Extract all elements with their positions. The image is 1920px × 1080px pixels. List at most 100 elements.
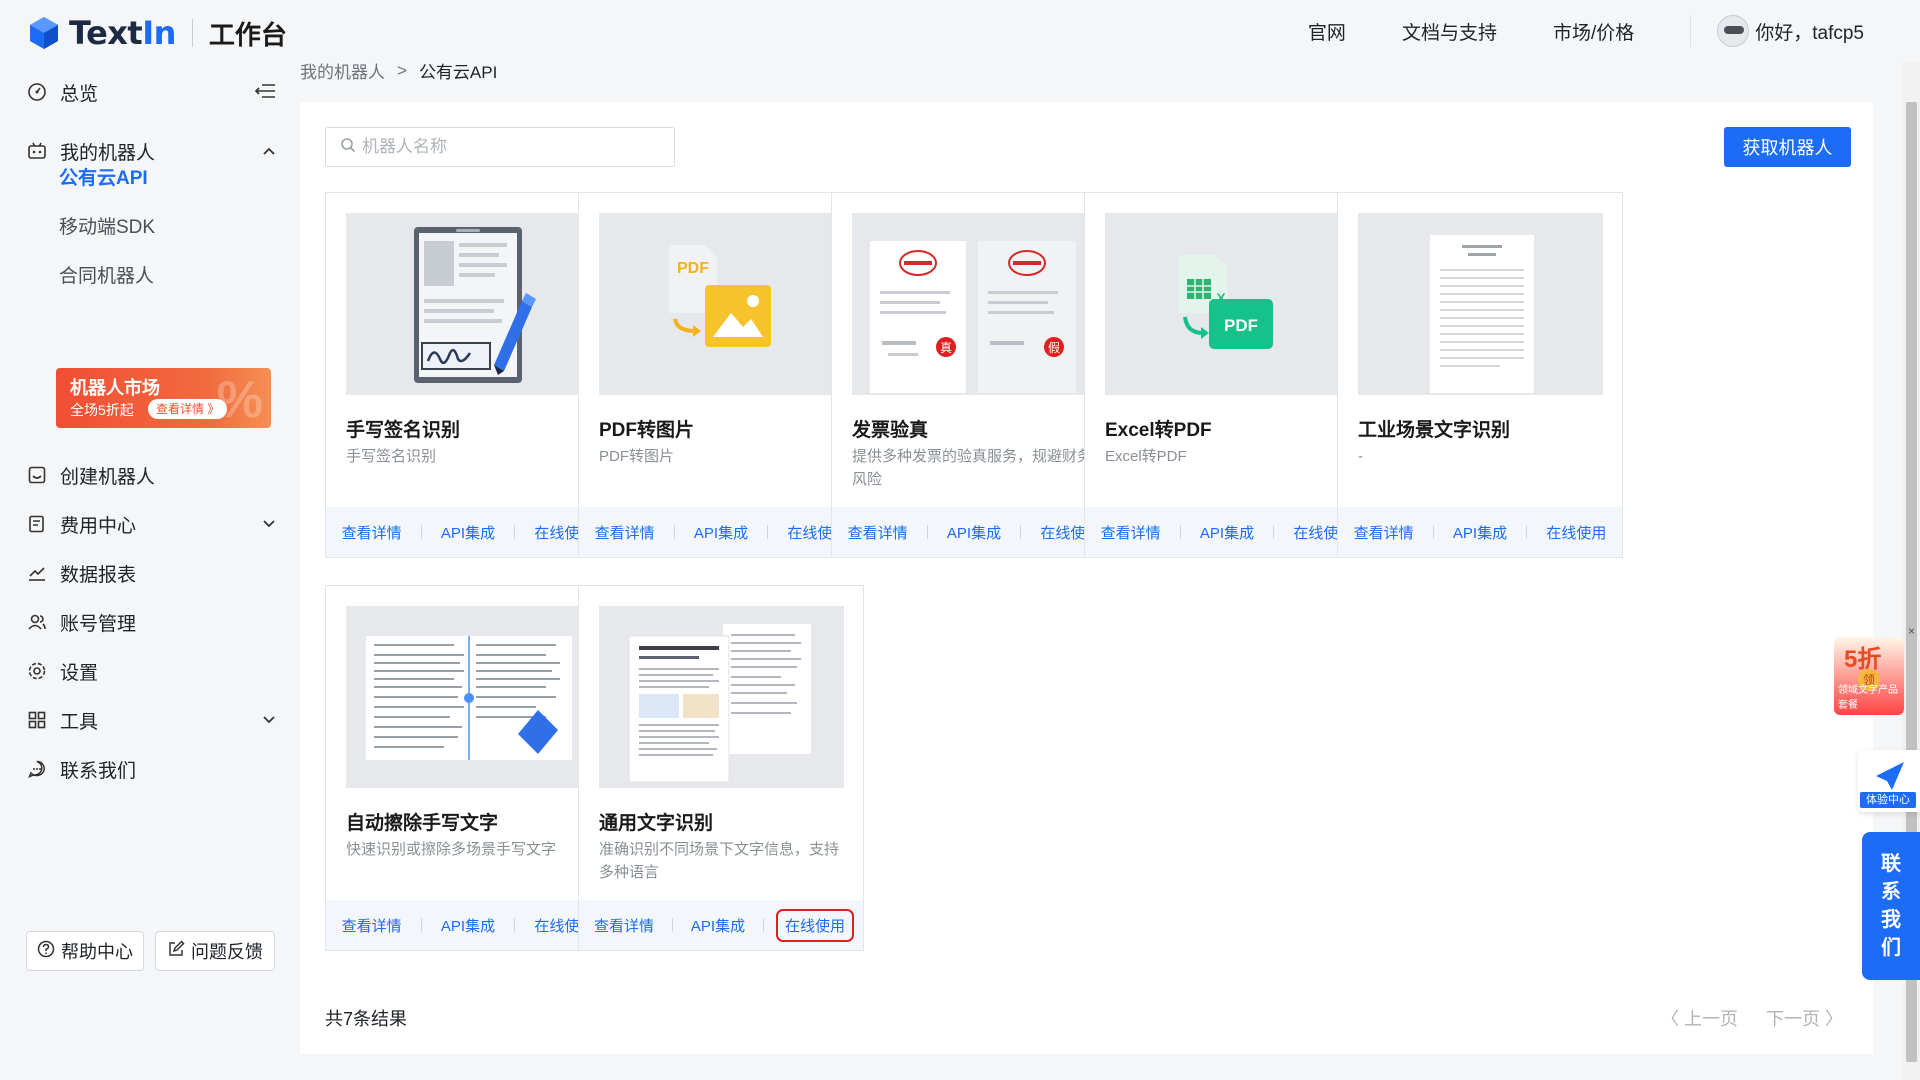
robot-card-pdf-to-image: PDF PDF转图片 PDF转图片 查看详情 API集成 在线使用	[578, 192, 864, 558]
sidebar-subitem-mobile-sdk[interactable]: 移动端SDK	[59, 212, 155, 239]
discount-caption: 领域文字产品套餐	[1838, 685, 1898, 711]
brand-subtitle: 工作台	[208, 19, 287, 50]
divider	[671, 918, 673, 932]
pdf-output-label: PDF	[1224, 316, 1258, 335]
help-center-button[interactable]: 帮助中心	[26, 931, 144, 971]
get-robot-button[interactable]: 获取机器人	[1724, 127, 1851, 167]
card-thumbnail	[346, 606, 591, 788]
sidebar-item-settings[interactable]: 设置	[26, 651, 276, 691]
api-integration-link[interactable]: API集成	[441, 522, 495, 543]
user-menu[interactable]: 你好，tafcp5	[1690, 15, 1864, 47]
create-robot-icon	[26, 464, 48, 486]
card-description: 提供多种发票的验真服务，规避财务风险	[852, 448, 1093, 488]
api-integration-link[interactable]: API集成	[691, 915, 745, 936]
promo-details-pill[interactable]: 查看详情 》	[148, 399, 228, 419]
chevron-down-icon	[262, 516, 276, 532]
sidebar-item-label: 联系我们	[60, 760, 137, 782]
contact-char: 我	[1881, 909, 1901, 931]
robot-market-promo-banner[interactable]: % 机器人市场 全场5折起 查看详情 》	[56, 368, 271, 428]
chevron-down-icon	[262, 712, 276, 728]
gear-icon	[26, 660, 48, 682]
logo-divider	[191, 19, 193, 47]
api-integration-link[interactable]: API集成	[441, 915, 495, 936]
contact-char: 联	[1881, 853, 1901, 875]
search-box[interactable]	[325, 127, 675, 167]
view-details-link[interactable]: 查看详情	[848, 522, 908, 543]
api-integration-link[interactable]: API集成	[1453, 522, 1507, 543]
logo[interactable]: TextIn 工作台	[27, 14, 287, 52]
help-icon	[37, 940, 55, 963]
feedback-label: 问题反馈	[191, 942, 263, 962]
card-description: 快速识别或擦除多场景手写文字	[346, 841, 557, 858]
next-page-button[interactable]: 下一页 〉	[1766, 1005, 1843, 1031]
api-integration-link[interactable]: API集成	[947, 522, 1001, 543]
api-integration-link[interactable]: API集成	[1200, 522, 1254, 543]
sidebar-item-label: 工具	[60, 711, 99, 733]
breadcrumb-parent[interactable]: 我的机器人	[300, 58, 385, 83]
percent-mark: %	[216, 371, 263, 428]
close-icon[interactable]: ×	[1908, 624, 1915, 638]
nav-docs-support[interactable]: 文档与支持	[1402, 18, 1497, 45]
sidebar-item-billing[interactable]: 费用中心	[26, 504, 276, 544]
billing-icon	[26, 513, 48, 535]
divider	[926, 525, 928, 539]
collapse-sidebar-icon[interactable]	[254, 83, 276, 102]
view-details-link[interactable]: 查看详情	[342, 915, 402, 936]
search-icon	[340, 137, 356, 158]
nav-official-site[interactable]: 官网	[1308, 18, 1346, 45]
chevron-up-icon	[262, 143, 276, 159]
experience-center-widget[interactable]: 体验中心	[1858, 750, 1920, 812]
use-online-link[interactable]: 在线使用	[775, 908, 855, 942]
view-details-link[interactable]: 查看详情	[1354, 522, 1414, 543]
feedback-button[interactable]: 问题反馈	[155, 931, 275, 971]
divider	[420, 525, 422, 539]
divider	[767, 525, 769, 539]
user-greeting: 你好，tafcp5	[1755, 22, 1864, 44]
breadcrumb: 我的机器人 > 公有云API	[300, 58, 497, 83]
nav-market-pricing[interactable]: 市场/价格	[1553, 18, 1634, 45]
robot-icon	[26, 140, 48, 162]
view-details-link[interactable]: 查看详情	[594, 915, 654, 936]
view-details-link[interactable]: 查看详情	[1101, 522, 1161, 543]
sidebar-item-overview[interactable]: 总览	[26, 72, 276, 112]
prev-page-button[interactable]: 〈 上一页	[1661, 1005, 1738, 1031]
sidebar-subitem-contract-robot[interactable]: 合同机器人	[59, 261, 154, 288]
divider	[514, 525, 516, 539]
card-description: Excel转PDF	[1105, 448, 1187, 465]
promo-subtitle: 全场5折起	[70, 402, 134, 418]
pagination: 〈 上一页 下一页 〉	[1661, 1005, 1843, 1031]
use-online-link[interactable]: 在线使用	[1546, 522, 1606, 543]
divider	[763, 918, 765, 932]
api-integration-link[interactable]: API集成	[694, 522, 748, 543]
textin-logo-icon	[27, 16, 61, 50]
sidebar-item-data-report[interactable]: 数据报表	[26, 553, 276, 593]
dashboard-icon	[26, 81, 48, 103]
card-actions: 查看详情 API集成 在线使用	[579, 900, 863, 950]
robot-card-invoice-verify: 真 假 发票验真 提供多种发票的验真服务，规避财务风险 查看详情 API集成 在…	[831, 192, 1117, 558]
sidebar-item-account[interactable]: 账号管理	[26, 602, 276, 642]
sidebar-item-create-robot[interactable]: 创建机器人	[26, 455, 276, 495]
contact-us-float-button[interactable]: 联 系 我 们	[1862, 832, 1920, 980]
sidebar-subitem-public-cloud-api[interactable]: 公有云API	[59, 163, 148, 190]
breadcrumb-separator: >	[397, 60, 407, 80]
divider	[673, 525, 675, 539]
robot-card-industrial-ocr: 工业场景文字识别 - 查看详情 API集成 在线使用	[1337, 192, 1623, 558]
card-description: 手写签名识别	[346, 448, 437, 465]
sidebar-item-tools[interactable]: 工具	[26, 700, 276, 740]
divider	[1179, 525, 1181, 539]
card-actions: 查看详情 API集成 在线使用	[326, 507, 610, 557]
robot-list-panel: 获取机器人 手写签名识别 手写签名	[300, 102, 1873, 1054]
divider	[1432, 525, 1434, 539]
card-thumbnail	[346, 213, 591, 395]
discount-float-widget[interactable]: 5折 领 领域文字产品套餐	[1834, 637, 1904, 715]
brand-name: TextIn	[69, 14, 176, 52]
search-input[interactable]	[362, 137, 662, 157]
card-actions: 查看详情 API集成 在线使用	[326, 900, 610, 950]
view-details-link[interactable]: 查看详情	[595, 522, 655, 543]
robot-card-general-ocr: 通用文字识别 准确识别不同场景下文字信息，支持多种语言 查看详情 API集成 在…	[578, 585, 864, 951]
contact-char: 系	[1881, 881, 1901, 903]
sidebar-item-contact[interactable]: 联系我们	[26, 749, 276, 789]
view-details-link[interactable]: 查看详情	[342, 522, 402, 543]
sidebar-item-label: 设置	[60, 662, 99, 684]
card-actions: 查看详情 API集成 在线使用	[1085, 507, 1369, 557]
